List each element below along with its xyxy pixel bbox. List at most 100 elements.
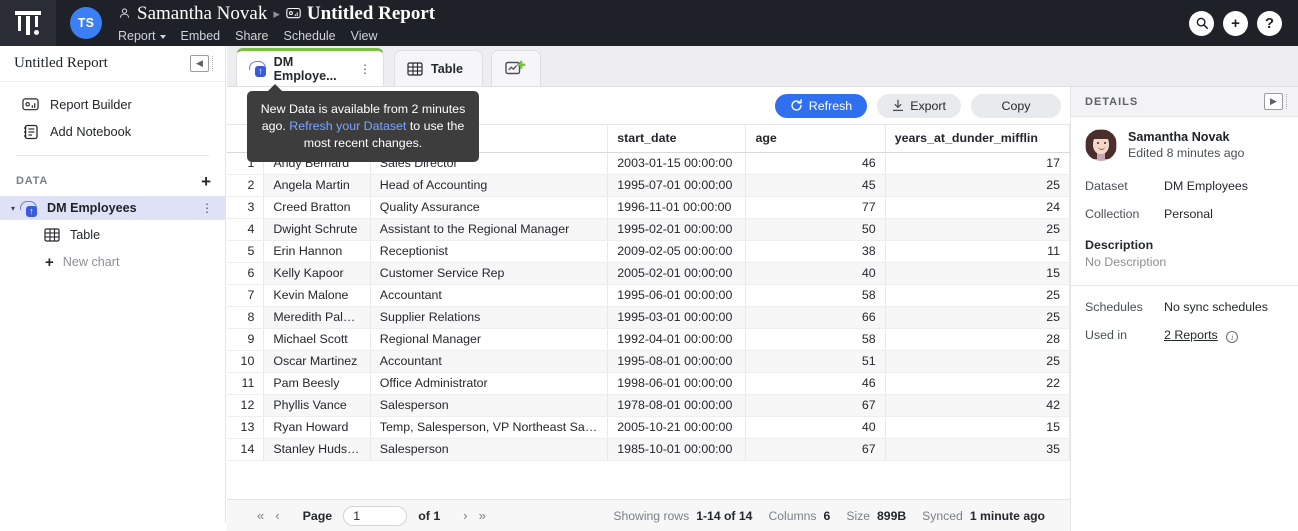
cell-years: 42 [885, 394, 1069, 416]
menu-item-schedule[interactable]: Schedule [284, 30, 336, 43]
cell-years: 25 [885, 284, 1069, 306]
sidebar-item-label: Table [70, 228, 100, 242]
sidebar-item-add-notebook[interactable]: Add Notebook [0, 118, 225, 145]
details-header: DETAILS ▶ [1071, 87, 1298, 117]
tab-table[interactable]: Table [394, 50, 483, 86]
search-icon[interactable] [1189, 11, 1214, 36]
table-row[interactable]: 8Meredith Palm...Supplier Relations1995-… [227, 306, 1070, 328]
cell-index: 10 [227, 350, 264, 372]
cell-age: 77 [746, 196, 885, 218]
dataset-kebab-menu-icon[interactable]: ⋮ [201, 202, 213, 214]
prev-page-icon[interactable]: ‹ [275, 508, 279, 523]
chevron-down-icon[interactable]: ▾ [6, 204, 20, 213]
cell-name: Kevin Malone [264, 284, 370, 306]
stat-key: Synced [922, 509, 963, 523]
sidebar-drag-handle[interactable] [212, 56, 215, 71]
owner-block: Samantha Novak Edited 8 minutes ago [1071, 117, 1298, 165]
cell-start-date: 1985-10-01 00:00:00 [608, 438, 746, 460]
expand-details-button[interactable]: ▶ [1264, 93, 1283, 110]
collapse-sidebar-button[interactable]: ◀ [190, 55, 209, 72]
new-chart-icon [505, 60, 527, 77]
stat-key: Size [846, 509, 870, 523]
tab-new-chart[interactable] [491, 50, 541, 86]
table-row[interactable]: 7Kevin MaloneAccountant1995-06-01 00:00:… [227, 284, 1070, 306]
used-in-reports-link[interactable]: 2 Reports [1164, 328, 1218, 342]
copy-button-label: Copy [1002, 99, 1031, 113]
sidebar-item-dm-employees[interactable]: ▾ ↑ DM Employees ⋮ [0, 196, 225, 220]
cell-title: Supplier Relations [370, 306, 607, 328]
export-button[interactable]: Export [877, 94, 961, 118]
page-input[interactable] [343, 506, 407, 526]
sidebar-item-new-chart[interactable]: + New chart [0, 250, 225, 274]
avatar[interactable]: TS [70, 7, 102, 39]
table-row[interactable]: 10Oscar MartinezAccountant1995-08-01 00:… [227, 350, 1070, 372]
cell-index: 2 [227, 174, 264, 196]
add-data-icon[interactable]: + [201, 173, 211, 190]
table-row[interactable]: 13Ryan HowardTemp, Salesperson, VP North… [227, 416, 1070, 438]
breadcrumb-user[interactable]: Samantha Novak [137, 4, 267, 23]
table-row[interactable]: 4Dwight SchruteAssistant to the Regional… [227, 218, 1070, 240]
add-icon[interactable]: + [1223, 11, 1248, 36]
details-drag-handle[interactable] [1286, 94, 1289, 109]
cell-title: Head of Accounting [370, 174, 607, 196]
table-row[interactable]: 2Angela MartinHead of Accounting1995-07-… [227, 174, 1070, 196]
owner-avatar [1085, 129, 1117, 161]
last-page-icon[interactable]: » [479, 508, 486, 523]
next-page-icon[interactable]: › [463, 508, 467, 523]
cell-years: 25 [885, 350, 1069, 372]
cell-start-date: 1992-04-01 00:00:00 [608, 328, 746, 350]
cell-start-date: 2005-02-01 00:00:00 [608, 262, 746, 284]
cell-name: Oscar Martinez [264, 350, 370, 372]
tab-kebab-menu-icon[interactable]: ⋮ [359, 63, 371, 75]
table-body: 1Andy BernardSales Director2003-01-15 00… [227, 152, 1070, 460]
cell-name: Meredith Palm... [264, 306, 370, 328]
table-footer: « ‹ Page of 1 › » Showing rows 1-14 of 1… [227, 499, 1070, 531]
tellius-logo-icon [15, 11, 41, 35]
data-table-container[interactable]: name title start_date age years_at_dunde… [227, 125, 1070, 493]
table-row[interactable]: 3Creed BrattonQuality Assurance1996-11-0… [227, 196, 1070, 218]
sidebar-item-table[interactable]: Table [0, 223, 225, 247]
cell-title: Receptionist [370, 240, 607, 262]
table-row[interactable]: 12Phyllis VanceSalesperson1978-08-01 00:… [227, 394, 1070, 416]
cell-age: 51 [746, 350, 885, 372]
cell-title: Assistant to the Regional Manager [370, 218, 607, 240]
copy-button[interactable]: Copy [971, 94, 1061, 118]
sidebar-footer-spacer [0, 523, 227, 531]
cell-age: 46 [746, 152, 885, 174]
sidebar-item-report-builder[interactable]: Report Builder [0, 91, 225, 118]
tab-dm-employees[interactable]: ↑ DM Employe... ⋮ [236, 48, 384, 86]
cell-index: 8 [227, 306, 264, 328]
column-header-start-date[interactable]: start_date [608, 125, 746, 152]
table-row[interactable]: 11Pam BeeslyOffice Administrator1998-06-… [227, 372, 1070, 394]
stat-value: 1 minute ago [970, 509, 1045, 523]
breadcrumb-separator: ▸ [273, 7, 280, 20]
column-header-years[interactable]: years_at_dunder_mifflin [885, 125, 1069, 152]
first-page-icon[interactable]: « [257, 508, 264, 523]
cell-name: Stanley Hudson [264, 438, 370, 460]
table-stats: Showing rows 1-14 of 14 Columns 6 Size 8… [613, 509, 1058, 523]
sidebar-title: Untitled Report [14, 55, 190, 72]
top-menu: Report Embed Share Schedule View [118, 30, 435, 43]
app-logo[interactable] [0, 0, 56, 46]
table-row[interactable]: 9Michael ScottRegional Manager1992-04-01… [227, 328, 1070, 350]
help-icon[interactable]: ? [1257, 11, 1282, 36]
refresh-button-label: Refresh [809, 99, 852, 113]
cell-years: 15 [885, 262, 1069, 284]
refresh-button[interactable]: Refresh [775, 94, 867, 118]
cell-title: Customer Service Rep [370, 262, 607, 284]
detail-key: Description [1085, 238, 1284, 252]
cell-years: 24 [885, 196, 1069, 218]
menu-item-report[interactable]: Report [118, 30, 156, 43]
table-row[interactable]: 5Erin HannonReceptionist2009-02-05 00:00… [227, 240, 1070, 262]
cell-start-date: 1996-11-01 00:00:00 [608, 196, 746, 218]
menu-item-share[interactable]: Share [235, 30, 268, 43]
column-header-age[interactable]: age [746, 125, 885, 152]
table-row[interactable]: 14Stanley HudsonSalesperson1985-10-01 00… [227, 438, 1070, 460]
table-row[interactable]: 6Kelly KapoorCustomer Service Rep2005-02… [227, 262, 1070, 284]
menu-item-view[interactable]: View [351, 30, 378, 43]
refresh-dataset-link[interactable]: Refresh your Dataset [289, 119, 406, 133]
menu-item-embed[interactable]: Embed [181, 30, 221, 43]
detail-row-used-in: Used in 2 Reports i [1071, 328, 1298, 342]
cell-name: Erin Hannon [264, 240, 370, 262]
info-icon[interactable]: i [1226, 331, 1238, 343]
